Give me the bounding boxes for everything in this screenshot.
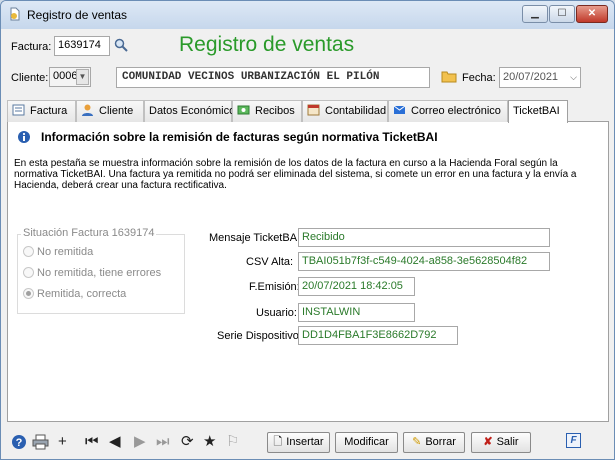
svg-text:?: ? bbox=[16, 437, 23, 449]
csv-alta-field[interactable]: TBAI051b7f3f-c549-4024-a858-3e5628504f82 bbox=[298, 252, 550, 271]
previous-record-icon[interactable]: ◀ bbox=[109, 433, 121, 451]
factura-label: Factura: bbox=[11, 41, 52, 53]
last-record-icon[interactable]: ⏭ bbox=[156, 433, 170, 451]
ledger-icon bbox=[307, 104, 320, 116]
radio-button-selected bbox=[23, 288, 34, 299]
radio-remitida-correcta[interactable]: Remitida, correcta bbox=[23, 288, 126, 300]
mensaje-ticketbai-label: Mensaje TicketBAI: bbox=[209, 232, 304, 244]
situacion-title: Situación Factura 1639174 bbox=[21, 227, 157, 239]
cliente-code-value: 0006 bbox=[53, 70, 78, 82]
close-x-icon: ✘ bbox=[483, 436, 493, 448]
app-icon bbox=[10, 7, 20, 21]
window-title: Registro de ventas bbox=[27, 8, 128, 22]
factura-input[interactable]: 1639174 bbox=[54, 36, 110, 56]
document-icon: 🗋 bbox=[273, 436, 283, 448]
application-window: Registro de ventas ▁ ☐ ✕ Factura: 163917… bbox=[0, 0, 615, 460]
tab-ticketbai[interactable]: TicketBAI bbox=[508, 100, 568, 123]
add-icon[interactable]: + bbox=[58, 433, 67, 451]
help-icon[interactable]: ? bbox=[11, 434, 27, 450]
person-icon bbox=[82, 104, 93, 116]
salir-button[interactable]: ✘ Salir bbox=[471, 432, 531, 453]
serie-dispositivo-field[interactable]: DD1D4FBA1F3E8662D792 bbox=[298, 326, 458, 345]
fecha-date-picker[interactable]: 20/07/2021 ⌵ bbox=[499, 67, 581, 88]
ticketbai-panel: Información sobre la remisión de factura… bbox=[7, 122, 609, 422]
tab-label: Datos Económicos bbox=[149, 105, 241, 117]
folder-icon[interactable] bbox=[441, 69, 457, 83]
info-icon bbox=[18, 131, 30, 143]
panel-heading: Información sobre la remisión de factura… bbox=[41, 130, 438, 144]
salir-label: Salir bbox=[496, 436, 519, 448]
tab-datos-economicos[interactable]: Datos Económicos bbox=[144, 100, 241, 122]
radio-label: No remitida bbox=[37, 246, 94, 258]
borrar-button[interactable]: ✎ Borrar bbox=[403, 432, 465, 453]
search-icon[interactable] bbox=[114, 38, 128, 52]
receipts-icon bbox=[237, 105, 250, 115]
tab-recibos[interactable]: Recibos bbox=[232, 100, 302, 122]
borrar-label: Borrar bbox=[425, 436, 456, 448]
radio-button bbox=[23, 267, 34, 278]
tab-contabilidad[interactable]: Contabilidad bbox=[302, 100, 388, 122]
fecha-value: 20/07/2021 bbox=[503, 71, 559, 83]
tab-correo-electronico[interactable]: Correo electrónico bbox=[388, 100, 508, 122]
radio-no-remitida-errores[interactable]: No remitida, tiene errores bbox=[23, 267, 161, 279]
f-emision-label: F.Emisión: bbox=[249, 281, 300, 293]
refresh-icon[interactable]: ⟳ bbox=[181, 433, 194, 451]
radio-label: No remitida, tiene errores bbox=[37, 267, 162, 279]
cliente-label: Cliente: bbox=[11, 72, 49, 84]
eraser-icon: ✎ bbox=[412, 436, 422, 448]
fecha-label: Fecha: bbox=[462, 72, 496, 84]
tab-cliente[interactable]: Cliente bbox=[76, 100, 144, 122]
first-record-icon[interactable]: ⏮ bbox=[85, 433, 99, 451]
radio-button bbox=[23, 246, 34, 257]
csv-alta-label: CSV Alta: bbox=[246, 256, 294, 268]
modificar-button[interactable]: Modificar bbox=[335, 432, 398, 453]
tab-label: TicketBAI bbox=[513, 105, 560, 117]
serie-dispositivo-label: Serie Dispositivo: bbox=[217, 330, 302, 342]
tab-label: Contabilidad bbox=[325, 105, 387, 117]
page-heading: Registro de ventas bbox=[179, 33, 355, 56]
f-emision-field[interactable]: 20/07/2021 18:42:05 bbox=[298, 277, 415, 296]
minimize-button[interactable]: ▁ bbox=[522, 5, 548, 23]
title-bar: Registro de ventas ▁ ☐ ✕ bbox=[1, 1, 614, 29]
tab-factura[interactable]: Factura bbox=[7, 100, 76, 122]
print-icon[interactable] bbox=[32, 434, 49, 450]
tab-label: Recibos bbox=[255, 105, 295, 117]
insertar-label: Insertar bbox=[286, 436, 324, 448]
tab-label: Cliente bbox=[99, 105, 134, 117]
next-record-icon[interactable]: ▶ bbox=[134, 433, 146, 451]
modificar-label: Modificar bbox=[344, 436, 389, 448]
insertar-button[interactable]: 🗋 Insertar bbox=[267, 432, 330, 453]
usuario-label: Usuario: bbox=[256, 307, 297, 319]
mail-icon bbox=[393, 105, 406, 114]
maximize-button[interactable]: ☐ bbox=[549, 5, 575, 23]
radio-label: Remitida, correcta bbox=[37, 288, 127, 300]
panel-description: En esta pestaña se muestra información s… bbox=[14, 158, 577, 191]
usuario-field[interactable]: INSTALWIN bbox=[298, 303, 415, 322]
close-button[interactable]: ✕ bbox=[576, 5, 608, 23]
favorite-star-icon[interactable]: ★ bbox=[203, 433, 216, 451]
cliente-name-field[interactable]: COMUNIDAD VECINOS URBANIZACIÓN EL PILÓN bbox=[116, 67, 430, 88]
bookmark-icon[interactable]: ⚐ bbox=[226, 433, 239, 451]
tab-bar: Factura Cliente Datos Económicos Recibos… bbox=[7, 100, 609, 123]
chevron-down-icon: ⌵ bbox=[570, 72, 577, 82]
invoice-icon bbox=[12, 104, 25, 116]
tab-label: Correo electrónico bbox=[411, 105, 501, 117]
f-function-icon[interactable]: F bbox=[566, 433, 581, 448]
mensaje-ticketbai-field[interactable]: Recibido bbox=[298, 228, 550, 247]
chevron-down-icon[interactable]: ▼ bbox=[76, 69, 89, 85]
tab-label: Factura bbox=[30, 105, 68, 117]
radio-no-remitida[interactable]: No remitida bbox=[23, 246, 93, 258]
